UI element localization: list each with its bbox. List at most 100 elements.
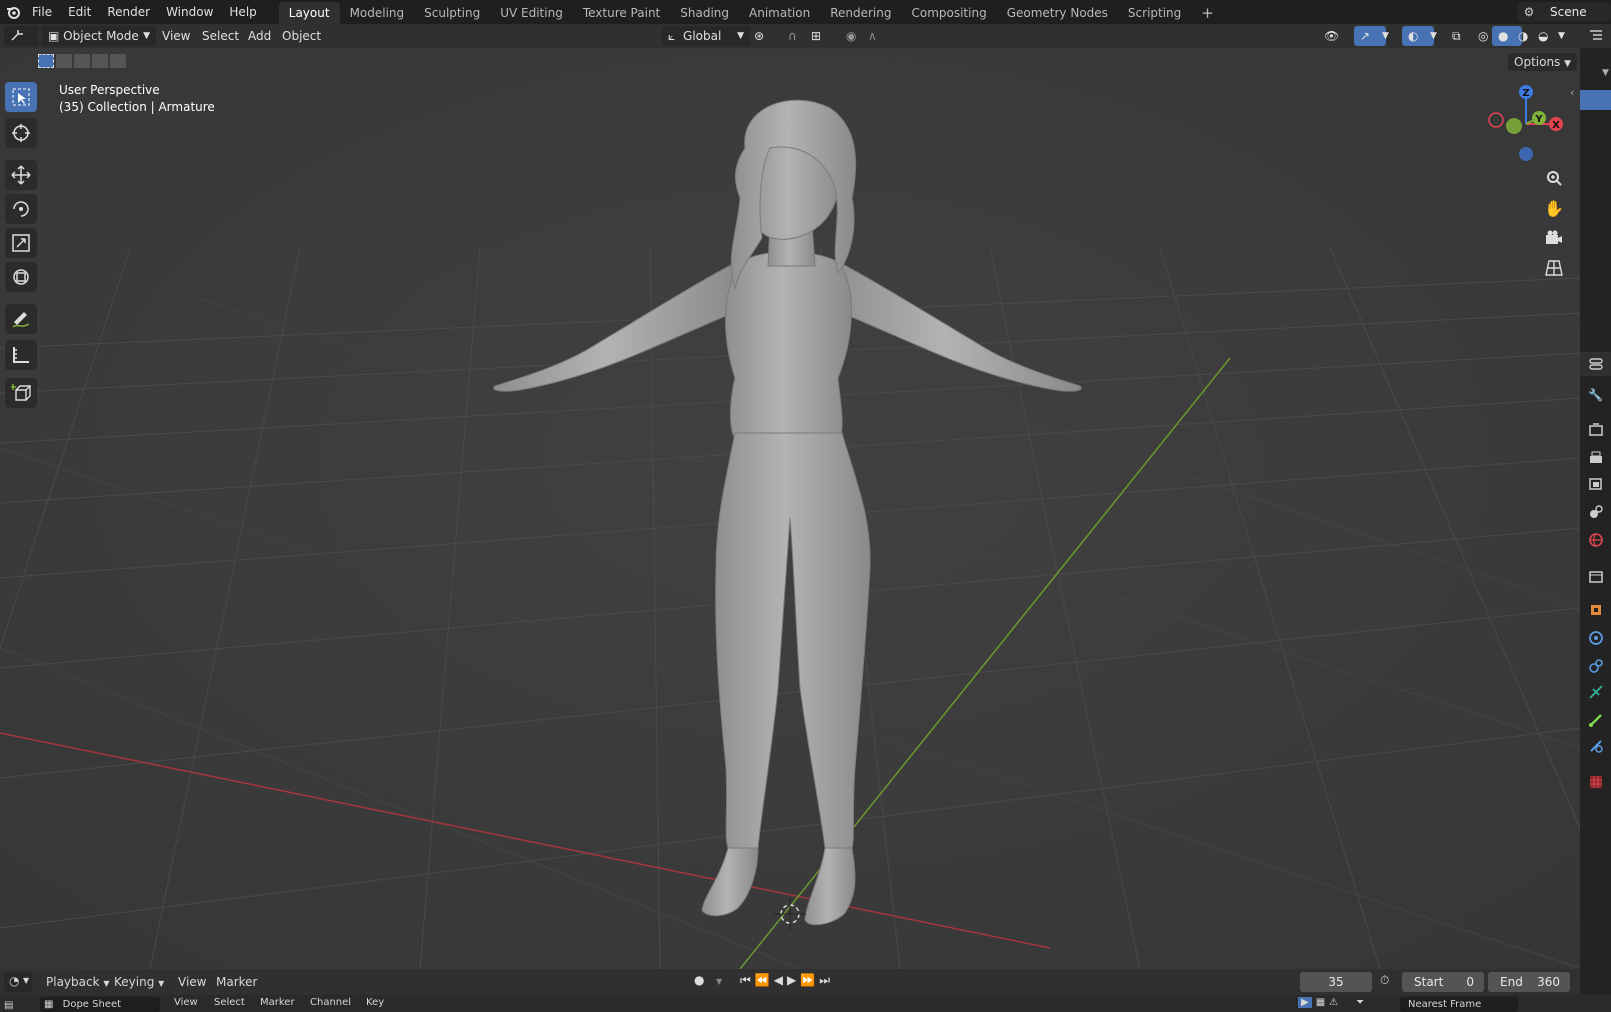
snapping-dropdown[interactable]: Nearest Frame [1400,997,1518,1012]
dopesheet-marker-menu[interactable]: Marker [260,997,295,1008]
jump-to-start-icon[interactable]: ⏮ [740,973,751,988]
bone-constraint-icon[interactable] [1588,738,1604,754]
output-properties-icon[interactable] [1588,450,1604,466]
timeline-view-menu[interactable]: View [172,972,212,992]
select-box-invert-icon[interactable] [92,54,108,68]
ortho-toggle-button[interactable] [1540,254,1568,282]
tool-properties-icon[interactable]: 🔧 [1588,388,1604,404]
scale-tool[interactable] [5,228,37,258]
tab-rendering[interactable]: Rendering [820,2,901,24]
tab-sculpting[interactable]: Sculpting [414,2,490,24]
3d-viewport[interactable]: User Perspective (35) Collection | Armat… [0,48,1580,969]
rotate-tool[interactable] [5,194,37,224]
mode-dropdown[interactable]: ▣ Object Mode ▼ [42,26,156,46]
tab-shading[interactable]: Shading [670,2,739,24]
dopesheet-select-menu[interactable]: Select [214,997,245,1008]
pivot-point-button[interactable]: ⊛ [748,26,786,46]
menu-render[interactable]: Render [99,0,158,24]
world-properties-icon[interactable] [1588,532,1604,548]
collapse-sidebar-icon[interactable]: ‹ [1570,86,1574,99]
filter-icon[interactable]: ⏷ [1356,997,1364,1008]
menu-window[interactable]: Window [158,0,221,24]
menu-file[interactable]: File [24,0,60,24]
editor-type-button[interactable] [4,26,38,46]
bone-properties-icon[interactable] [1588,712,1604,728]
show-hidden-icon[interactable]: ▦ [1316,997,1325,1008]
tab-animation[interactable]: Animation [739,2,820,24]
scene-selector[interactable]: ⚙ Scene [1518,2,1611,22]
tab-texture-paint[interactable]: Texture Paint [573,2,670,24]
dopesheet-channel-menu[interactable]: Channel [310,997,351,1008]
jump-to-next-keyframe-icon[interactable]: ⏩ [800,973,815,988]
move-tool[interactable] [5,160,37,190]
timeline-marker-menu[interactable]: Marker [210,972,263,992]
options-dropdown[interactable]: Options ▼ [1508,53,1578,71]
only-errors-icon[interactable]: ⚠ [1329,997,1338,1008]
outliner-selected-row[interactable] [1580,90,1611,110]
snap-target-button[interactable]: ⊞ [805,26,845,46]
timeline-editor-type-button[interactable]: ◔ ▼ [4,972,32,992]
tab-modeling[interactable]: Modeling [340,2,415,24]
jump-to-end-icon[interactable]: ⏭ [819,973,830,988]
select-box-tool[interactable] [5,82,37,112]
measure-tool[interactable] [5,340,37,370]
blender-logo-icon[interactable] [2,0,24,24]
select-box-intersect-icon[interactable] [110,54,126,68]
outliner-icon[interactable] [1589,29,1603,43]
view-layer-properties-icon[interactable] [1588,476,1604,492]
add-menu[interactable]: Add [242,26,277,46]
add-workspace-button[interactable]: + [1191,2,1224,24]
pan-button[interactable]: ✋ [1540,194,1568,222]
object-menu[interactable]: Object [276,26,327,46]
gizmo-dropdown-button[interactable]: ▼ [1376,26,1400,46]
object-properties-icon[interactable] [1588,602,1604,618]
shading-dropdown-button[interactable]: ▼ [1552,26,1576,46]
dopesheet-key-menu[interactable]: Key [366,997,384,1008]
tab-scripting[interactable]: Scripting [1118,2,1191,24]
select-box-subtract-icon[interactable] [74,54,90,68]
playback-menu[interactable]: Playback ▼ [40,972,116,992]
dopesheet-view-menu[interactable]: View [174,997,198,1008]
annotate-tool[interactable] [5,304,37,334]
end-frame-field[interactable]: End 360 [1488,972,1570,992]
preview-range-button[interactable]: ⏱ [1380,973,1398,991]
scene-properties-icon[interactable] [1588,504,1604,520]
play-reverse-icon[interactable]: ◀ [774,973,783,988]
auto-keying-button[interactable]: ● [694,973,712,991]
select-menu[interactable]: Select [196,26,245,46]
overlay-dropdown-button[interactable]: ▼ [1424,26,1448,46]
jump-to-previous-keyframe-icon[interactable]: ⏪ [755,973,770,988]
outliner-chevron-icon[interactable]: ▼ [1602,68,1609,78]
modifier-properties-icon[interactable] [1588,630,1604,646]
menu-edit[interactable]: Edit [60,0,99,24]
tab-uv-editing[interactable]: UV Editing [490,2,573,24]
tab-geometry-nodes[interactable]: Geometry Nodes [997,2,1118,24]
play-icon[interactable]: ▶ [787,973,796,988]
only-selected-icon[interactable]: ▶ [1298,997,1312,1008]
render-properties-icon[interactable] [1588,422,1604,438]
properties-editor-icon[interactable] [1589,357,1603,371]
dopesheet-editor-type-button[interactable]: ▤ [4,997,30,1012]
object-data-armature-icon[interactable] [1588,684,1604,700]
texture-properties-icon[interactable] [1588,774,1604,790]
select-box-new-icon[interactable] [38,54,54,68]
view-menu[interactable]: View [156,26,196,46]
tab-compositing[interactable]: Compositing [901,2,996,24]
navigation-gizmo[interactable]: Z X Y [1486,82,1570,166]
cursor-tool[interactable] [5,118,37,148]
start-frame-field[interactable]: Start 0 [1402,972,1484,992]
camera-view-button[interactable] [1540,224,1568,252]
select-box-extend-icon[interactable] [56,54,72,68]
transform-tool[interactable] [5,262,37,292]
physics-properties-icon[interactable] [1588,658,1604,674]
tab-layout[interactable]: Layout [278,2,340,24]
keying-menu[interactable]: Keying ▼ [108,972,170,992]
falloff-button[interactable]: ∧ [862,26,900,46]
collection-properties-icon[interactable] [1588,568,1604,584]
menu-help[interactable]: Help [221,0,264,24]
transform-orientation-dropdown[interactable]: ⟀ Global ▼ [662,26,750,46]
current-frame-field[interactable]: 35 [1300,972,1372,992]
dopesheet-mode-dropdown[interactable]: ▦ Dope Sheet [40,997,160,1012]
zoom-button[interactable] [1540,164,1568,192]
add-cube-tool[interactable] [5,378,37,408]
